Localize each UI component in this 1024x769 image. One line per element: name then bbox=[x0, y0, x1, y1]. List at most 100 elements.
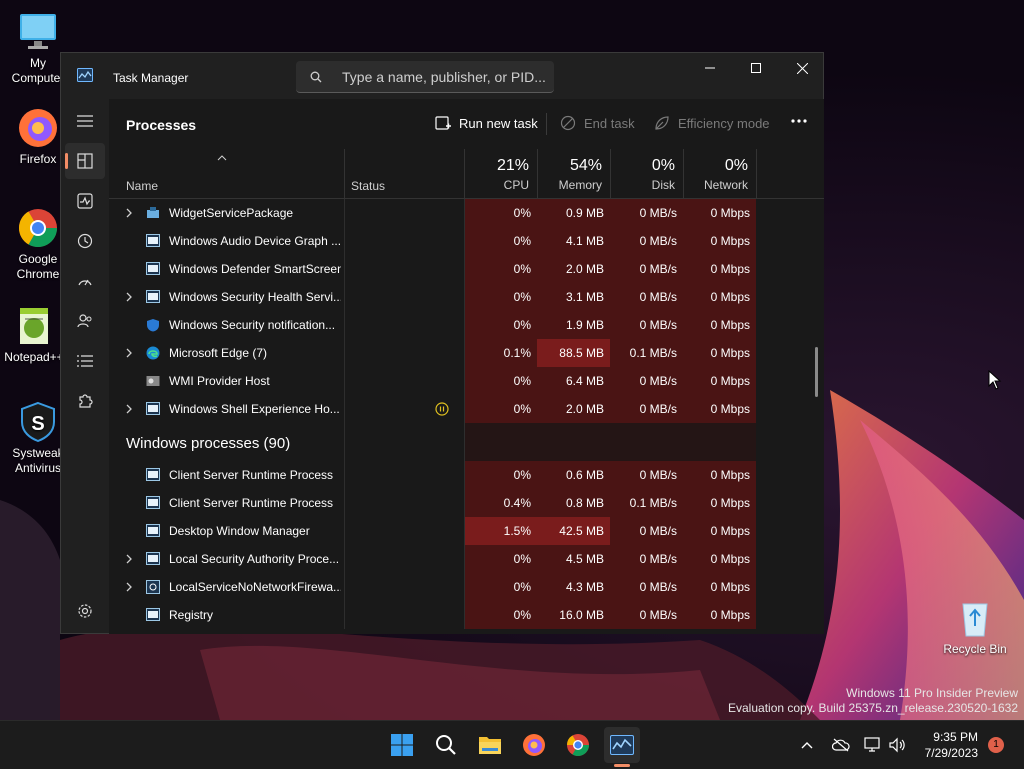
start-button[interactable] bbox=[384, 727, 420, 763]
column-cpu[interactable]: 21% CPU bbox=[464, 149, 537, 198]
memory-value: 0.9 MB bbox=[537, 199, 610, 227]
process-row[interactable]: Registry 0% 16.0 MB 0 MB/s 0 Mbps bbox=[109, 601, 824, 629]
process-name: Client Server Runtime Process bbox=[169, 468, 334, 482]
chevron-right-icon[interactable] bbox=[125, 404, 133, 415]
column-status[interactable]: Status bbox=[344, 149, 464, 198]
taskbar-chrome[interactable] bbox=[560, 727, 596, 763]
status-paused-icon bbox=[435, 395, 455, 423]
page-title: Processes bbox=[126, 117, 197, 133]
column-name[interactable]: Name bbox=[109, 149, 344, 198]
taskbar-clock[interactable]: 9:35 PM 7/29/2023 bbox=[925, 729, 978, 761]
nav-users[interactable] bbox=[65, 303, 105, 339]
process-row[interactable]: Windows Shell Experience Ho... 0% 2.0 MB 0 … bbox=[109, 395, 824, 423]
process-row[interactable]: Client Server Runtime Process 0% 0.6 MB 0 M… bbox=[109, 461, 824, 489]
process-row[interactable]: WMI Provider Host 0% 6.4 MB 0 MB/s 0 Mbps bbox=[109, 367, 824, 395]
column-network[interactable]: 0% Network bbox=[683, 149, 756, 198]
network-monitor-icon[interactable] bbox=[864, 737, 882, 753]
app-window-icon bbox=[146, 290, 160, 303]
watermark-line-2: Evaluation copy. Build 25375.zn_release.… bbox=[728, 701, 1018, 715]
process-row[interactable]: Windows Security Health Servi... 0% 3.1 MB… bbox=[109, 283, 824, 311]
memory-value: 2.0 MB bbox=[537, 255, 610, 283]
network-value: 0 Mbps bbox=[683, 283, 756, 311]
vertical-scrollbar[interactable] bbox=[815, 347, 818, 397]
column-status-label: Status bbox=[351, 179, 386, 193]
performance-icon bbox=[77, 193, 93, 209]
firefox-icon bbox=[16, 106, 60, 150]
nav-startup-apps[interactable] bbox=[65, 263, 105, 299]
process-row[interactable]: Windows Defender SmartScreen 0% 2.0 MB 0 MB… bbox=[109, 255, 824, 283]
mouse-cursor-icon bbox=[988, 370, 1002, 390]
cpu-value: 0% bbox=[464, 545, 537, 573]
chevron-right-icon[interactable] bbox=[125, 582, 133, 593]
network-total-percent: 0% bbox=[724, 157, 748, 174]
nav-processes[interactable] bbox=[65, 143, 105, 179]
nav-performance[interactable] bbox=[65, 183, 105, 219]
end-task-button[interactable]: End task bbox=[560, 115, 635, 131]
process-row[interactable]: Microsoft Edge (7) 0.1% 88.5 MB 0.1 MB/s 0 M… bbox=[109, 339, 824, 367]
column-memory[interactable]: 54% Memory bbox=[537, 149, 610, 198]
recycle-bin-icon bbox=[953, 596, 997, 640]
desktop-icon-recycle-bin[interactable]: Recycle Bin bbox=[943, 596, 1007, 657]
maximize-button[interactable] bbox=[733, 53, 779, 83]
hamburger-menu-button[interactable] bbox=[65, 103, 105, 139]
chevron-right-icon[interactable] bbox=[125, 348, 133, 359]
watermark-line-1: Windows 11 Pro Insider Preview bbox=[846, 686, 1018, 700]
nav-settings[interactable] bbox=[65, 593, 105, 629]
run-new-task-button[interactable]: Run new task bbox=[435, 115, 538, 131]
network-value: 0 Mbps bbox=[683, 227, 756, 255]
desktop-icon-notepad-plus[interactable]: Notepad++ bbox=[2, 304, 66, 365]
command-separator bbox=[546, 113, 547, 135]
more-options-button[interactable] bbox=[790, 113, 808, 129]
network-value: 0 Mbps bbox=[683, 395, 756, 423]
title-bar[interactable]: Task Manager Type a name, publisher, or … bbox=[61, 53, 823, 99]
chevron-right-icon[interactable] bbox=[125, 292, 133, 303]
column-disk[interactable]: 0% Disk bbox=[610, 149, 683, 198]
process-row[interactable]: Desktop Window Manager 1.5% 42.5 MB 0 MB/s 0… bbox=[109, 517, 824, 545]
disk-value: 0 MB/s bbox=[610, 601, 683, 629]
process-row[interactable]: Local Security Authority Proce... 0% 4.5 M… bbox=[109, 545, 824, 573]
minimize-button[interactable] bbox=[687, 53, 733, 83]
nav-services[interactable] bbox=[65, 383, 105, 419]
close-button[interactable] bbox=[779, 53, 825, 83]
network-value: 0 Mbps bbox=[683, 199, 756, 227]
firefox-icon bbox=[523, 734, 545, 756]
speaker-volume-icon[interactable] bbox=[888, 737, 906, 753]
disk-total-percent: 0% bbox=[651, 157, 675, 174]
heat-band bbox=[683, 423, 756, 461]
nav-sidebar bbox=[61, 99, 109, 634]
folder-icon bbox=[479, 737, 501, 754]
process-row[interactable]: Client Server Runtime Process 0.4% 0.8 MB 0… bbox=[109, 489, 824, 517]
taskbar-file-explorer[interactable] bbox=[472, 727, 508, 763]
system-tray bbox=[800, 721, 906, 769]
process-name: Windows Audio Device Graph ... bbox=[169, 234, 341, 248]
nav-app-history[interactable] bbox=[65, 223, 105, 259]
memory-value: 4.3 MB bbox=[537, 573, 610, 601]
chrome-icon bbox=[567, 734, 589, 756]
chevron-right-icon[interactable] bbox=[125, 554, 133, 565]
onedrive-cloud-icon[interactable] bbox=[832, 738, 850, 752]
cpu-total-percent: 21% bbox=[496, 157, 529, 174]
shield-icon bbox=[146, 318, 160, 332]
service-icon bbox=[146, 580, 160, 594]
nav-details[interactable] bbox=[65, 343, 105, 379]
process-name: Client Server Runtime Process bbox=[169, 496, 334, 510]
gear-icon bbox=[78, 604, 92, 618]
notification-badge[interactable]: 1 bbox=[988, 737, 1004, 753]
column-name-label: Name bbox=[126, 179, 159, 193]
cpu-label: CPU bbox=[503, 178, 529, 192]
process-row[interactable]: WidgetServicePackage 0% 0.9 MB 0 MB/s 0 Mbps bbox=[109, 199, 824, 227]
taskbar-search-button[interactable] bbox=[428, 727, 464, 763]
chevron-up-icon[interactable] bbox=[800, 740, 814, 750]
memory-value: 4.5 MB bbox=[537, 545, 610, 573]
process-row[interactable]: LocalServiceNoNetworkFirewa... 0% 4.3 MB 0 … bbox=[109, 573, 824, 601]
minimize-icon bbox=[705, 67, 715, 69]
process-row[interactable]: Windows Audio Device Graph ... 0% 4.1 MB 0 … bbox=[109, 227, 824, 255]
search-input[interactable]: Type a name, publisher, or PID... bbox=[296, 61, 554, 93]
taskbar-firefox[interactable] bbox=[516, 727, 552, 763]
disk-value: 0 MB/s bbox=[610, 395, 683, 423]
taskbar-task-manager[interactable] bbox=[604, 727, 640, 767]
process-row[interactable]: Windows Security notification... 0% 1.9 MB… bbox=[109, 311, 824, 339]
chevron-right-icon[interactable] bbox=[125, 208, 133, 219]
efficiency-mode-button[interactable]: Efficiency mode bbox=[654, 115, 770, 131]
run-task-icon bbox=[435, 116, 451, 130]
